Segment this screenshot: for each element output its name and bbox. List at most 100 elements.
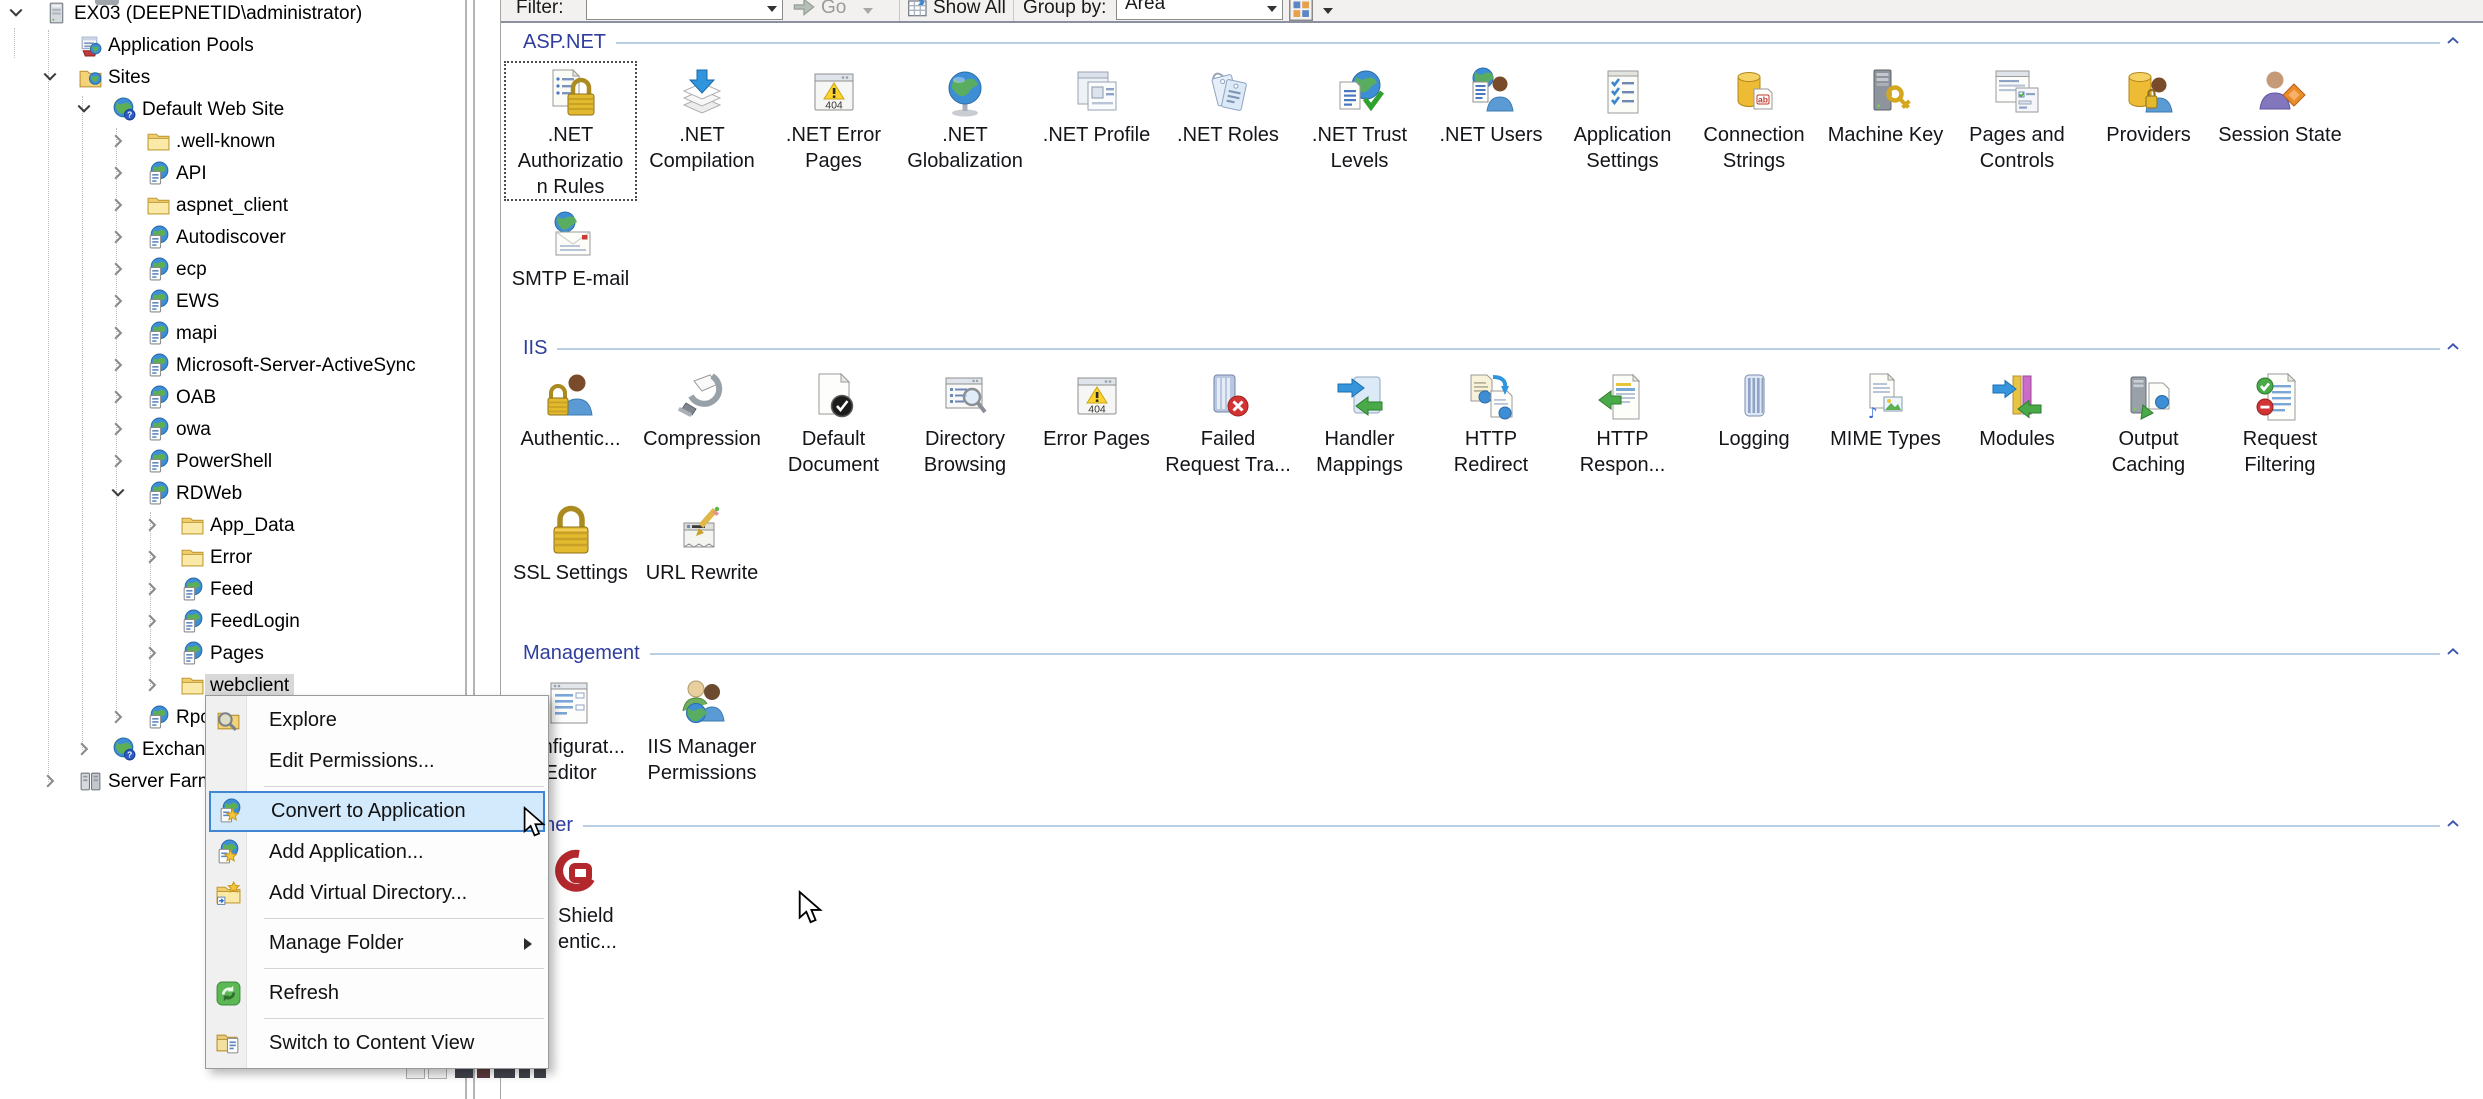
feature-handler-mappings[interactable]: HandlerMappings	[1294, 366, 1425, 478]
chevron-collapsed-icon[interactable]	[144, 517, 160, 533]
go-dropdown-icon[interactable]	[863, 8, 873, 14]
chevron-expanded-icon[interactable]	[76, 101, 92, 117]
chevron-collapsed-icon[interactable]	[110, 229, 126, 245]
chevron-collapsed-icon[interactable]	[76, 741, 92, 757]
menu-item-manage-folder[interactable]: Manage Folder	[206, 923, 548, 964]
tree-item-ews[interactable]: EWS	[0, 286, 465, 318]
feature-ssl-settings[interactable]: SSL Settings	[505, 500, 636, 586]
chevron-expanded-icon[interactable]	[8, 5, 24, 21]
feature-net-authorizatio-n-rules[interactable]: .NETAuthorization Rules	[505, 62, 636, 200]
chevron-collapsed-icon[interactable]	[110, 197, 126, 213]
chevron-expanded-icon[interactable]	[42, 69, 58, 85]
feature-net-globalization[interactable]: .NETGlobalization	[900, 62, 1031, 174]
tree-item-feedlogin[interactable]: FeedLogin	[0, 606, 465, 638]
feature-net-error-pages[interactable]: 404.NET ErrorPages	[768, 62, 899, 174]
tree-item-api[interactable]: API	[0, 158, 465, 190]
feature-label-line: Default	[768, 426, 899, 452]
filter-input[interactable]	[586, 0, 783, 20]
feature-machine-key[interactable]: Machine Key	[1820, 62, 1951, 148]
tree-item-well-known[interactable]: .well-known	[0, 126, 465, 158]
chevron-collapsed-icon[interactable]	[110, 293, 126, 309]
view-style-dropdown-icon[interactable]	[1323, 8, 1333, 14]
tree-item-microsoft-server-activesync[interactable]: Microsoft-Server-ActiveSync	[0, 350, 465, 382]
tree-item-owa[interactable]: owa	[0, 414, 465, 446]
feature-pages-and-controls[interactable]: Pages andControls	[1952, 62, 2083, 174]
show-all-button[interactable]: Show All	[933, 0, 1006, 19]
tree-item-rdweb[interactable]: RDWeb	[0, 478, 465, 510]
tree-item-sites[interactable]: Sites	[0, 62, 465, 94]
chevron-collapsed-icon[interactable]	[110, 421, 126, 437]
chevron-collapsed-icon[interactable]	[110, 453, 126, 469]
group-collapse-chevron-icon[interactable]	[2444, 35, 2462, 48]
feature-net-roles[interactable]: .NET Roles	[1163, 62, 1294, 148]
menu-item-convert-to-application[interactable]: Convert to Application	[209, 791, 545, 832]
go-button[interactable]: Go	[821, 0, 846, 19]
chevron-collapsed-icon[interactable]	[144, 613, 160, 629]
feature-default-document[interactable]: DefaultDocument	[768, 366, 899, 478]
feature-connection-strings[interactable]: abConnectionStrings	[1689, 62, 1820, 174]
group-collapse-chevron-icon[interactable]	[2444, 646, 2462, 659]
feature-smtp-e-mail[interactable]: SMTP E-mail	[505, 206, 636, 292]
chevron-collapsed-icon[interactable]	[110, 389, 126, 405]
menu-item-refresh[interactable]: Refresh	[206, 973, 548, 1014]
feature-url-rewrite[interactable]: URL Rewrite	[637, 500, 768, 586]
feature-request-filtering[interactable]: RequestFiltering	[2215, 366, 2346, 478]
feature-compression[interactable]: Compression	[637, 366, 768, 452]
feature-logging[interactable]: Logging	[1689, 366, 1820, 452]
chevron-collapsed-icon[interactable]	[144, 677, 160, 693]
feature-net-trust-levels[interactable]: .NET TrustLevels	[1294, 62, 1425, 174]
feature-iis-manager-permissions[interactable]: IIS ManagerPermissions	[637, 674, 768, 786]
chevron-collapsed-icon[interactable]	[144, 581, 160, 597]
group-by-value: Area	[1125, 0, 1165, 15]
tree-item-pages[interactable]: Pages	[0, 638, 465, 670]
tree-item-application-pools[interactable]: Application Pools	[0, 30, 465, 62]
tree-item-autodiscover[interactable]: Autodiscover	[0, 222, 465, 254]
view-style-button[interactable]	[1289, 0, 1313, 21]
feature-session-state[interactable]: Session State	[2215, 62, 2346, 148]
chevron-collapsed-icon[interactable]	[42, 773, 58, 789]
feature-http-redirect[interactable]: HTTPRedirect	[1426, 366, 1557, 478]
feature-http-respon[interactable]: HTTPRespon...	[1557, 366, 1688, 478]
group-collapse-chevron-icon[interactable]	[2444, 341, 2462, 354]
chevron-expanded-icon[interactable]	[110, 485, 126, 501]
chevron-collapsed-icon[interactable]	[110, 165, 126, 181]
tree-item-oab[interactable]: OAB	[0, 382, 465, 414]
chevron-collapsed-icon[interactable]	[144, 645, 160, 661]
menu-item-add-application[interactable]: Add Application...	[206, 832, 548, 873]
chevron-collapsed-icon[interactable]	[110, 709, 126, 725]
chevron-collapsed-icon[interactable]	[110, 357, 126, 373]
tree-item-ex03-deepnetid-administrator[interactable]: EX03 (DEEPNETID\administrator)	[0, 0, 465, 30]
chevron-collapsed-icon[interactable]	[144, 549, 160, 565]
tree-item-default-web-site[interactable]: ?Default Web Site	[0, 94, 465, 126]
feature-modules[interactable]: Modules	[1952, 366, 2083, 452]
chevron-collapsed-icon[interactable]	[110, 133, 126, 149]
feature-authentic[interactable]: Authentic...	[505, 366, 636, 452]
menu-item-add-virtual-directory[interactable]: Add Virtual Directory...	[206, 873, 548, 914]
tree-item-aspnet-client[interactable]: aspnet_client	[0, 190, 465, 222]
feature-providers[interactable]: Providers	[2083, 62, 2214, 148]
feature-net-compilation[interactable]: .NETCompilation	[637, 62, 768, 174]
group-by-select[interactable]: Area	[1116, 0, 1283, 20]
feature-failed-request-tra[interactable]: FailedRequest Tra...	[1163, 366, 1294, 478]
group-collapse-chevron-icon[interactable]	[2444, 818, 2462, 831]
tree-item-mapi[interactable]: mapi	[0, 318, 465, 350]
webapp-icon	[146, 449, 171, 474]
feature-net-users[interactable]: .NET Users	[1426, 62, 1557, 148]
feature-application-settings[interactable]: ApplicationSettings	[1557, 62, 1688, 174]
feature-net-profile[interactable]: .NET Profile	[1031, 62, 1162, 148]
tree-item-feed[interactable]: Feed	[0, 574, 465, 606]
feature-mime-types[interactable]: ♪MIME Types	[1820, 366, 1951, 452]
tree-item-powershell[interactable]: PowerShell	[0, 446, 465, 478]
chevron-collapsed-icon[interactable]	[110, 261, 126, 277]
feature-output-caching[interactable]: OutputCaching	[2083, 366, 2214, 478]
chevron-collapsed-icon[interactable]	[110, 325, 126, 341]
feature-directory-browsing[interactable]: DirectoryBrowsing	[900, 366, 1031, 478]
menu-item-switch-to-content-view[interactable]: Switch to Content View	[206, 1023, 548, 1064]
menu-item-explore[interactable]: Explore	[206, 700, 548, 741]
menu-item-edit-permissions[interactable]: Edit Permissions...	[206, 741, 548, 782]
tree-item-app-data[interactable]: App_Data	[0, 510, 465, 542]
tree-item-error[interactable]: Error	[0, 542, 465, 574]
tree-item-ecp[interactable]: ecp	[0, 254, 465, 286]
feature-error-pages[interactable]: 404Error Pages	[1031, 366, 1162, 452]
features-toolbar: Filter: Go Show All Group by: Area	[501, 0, 2483, 23]
